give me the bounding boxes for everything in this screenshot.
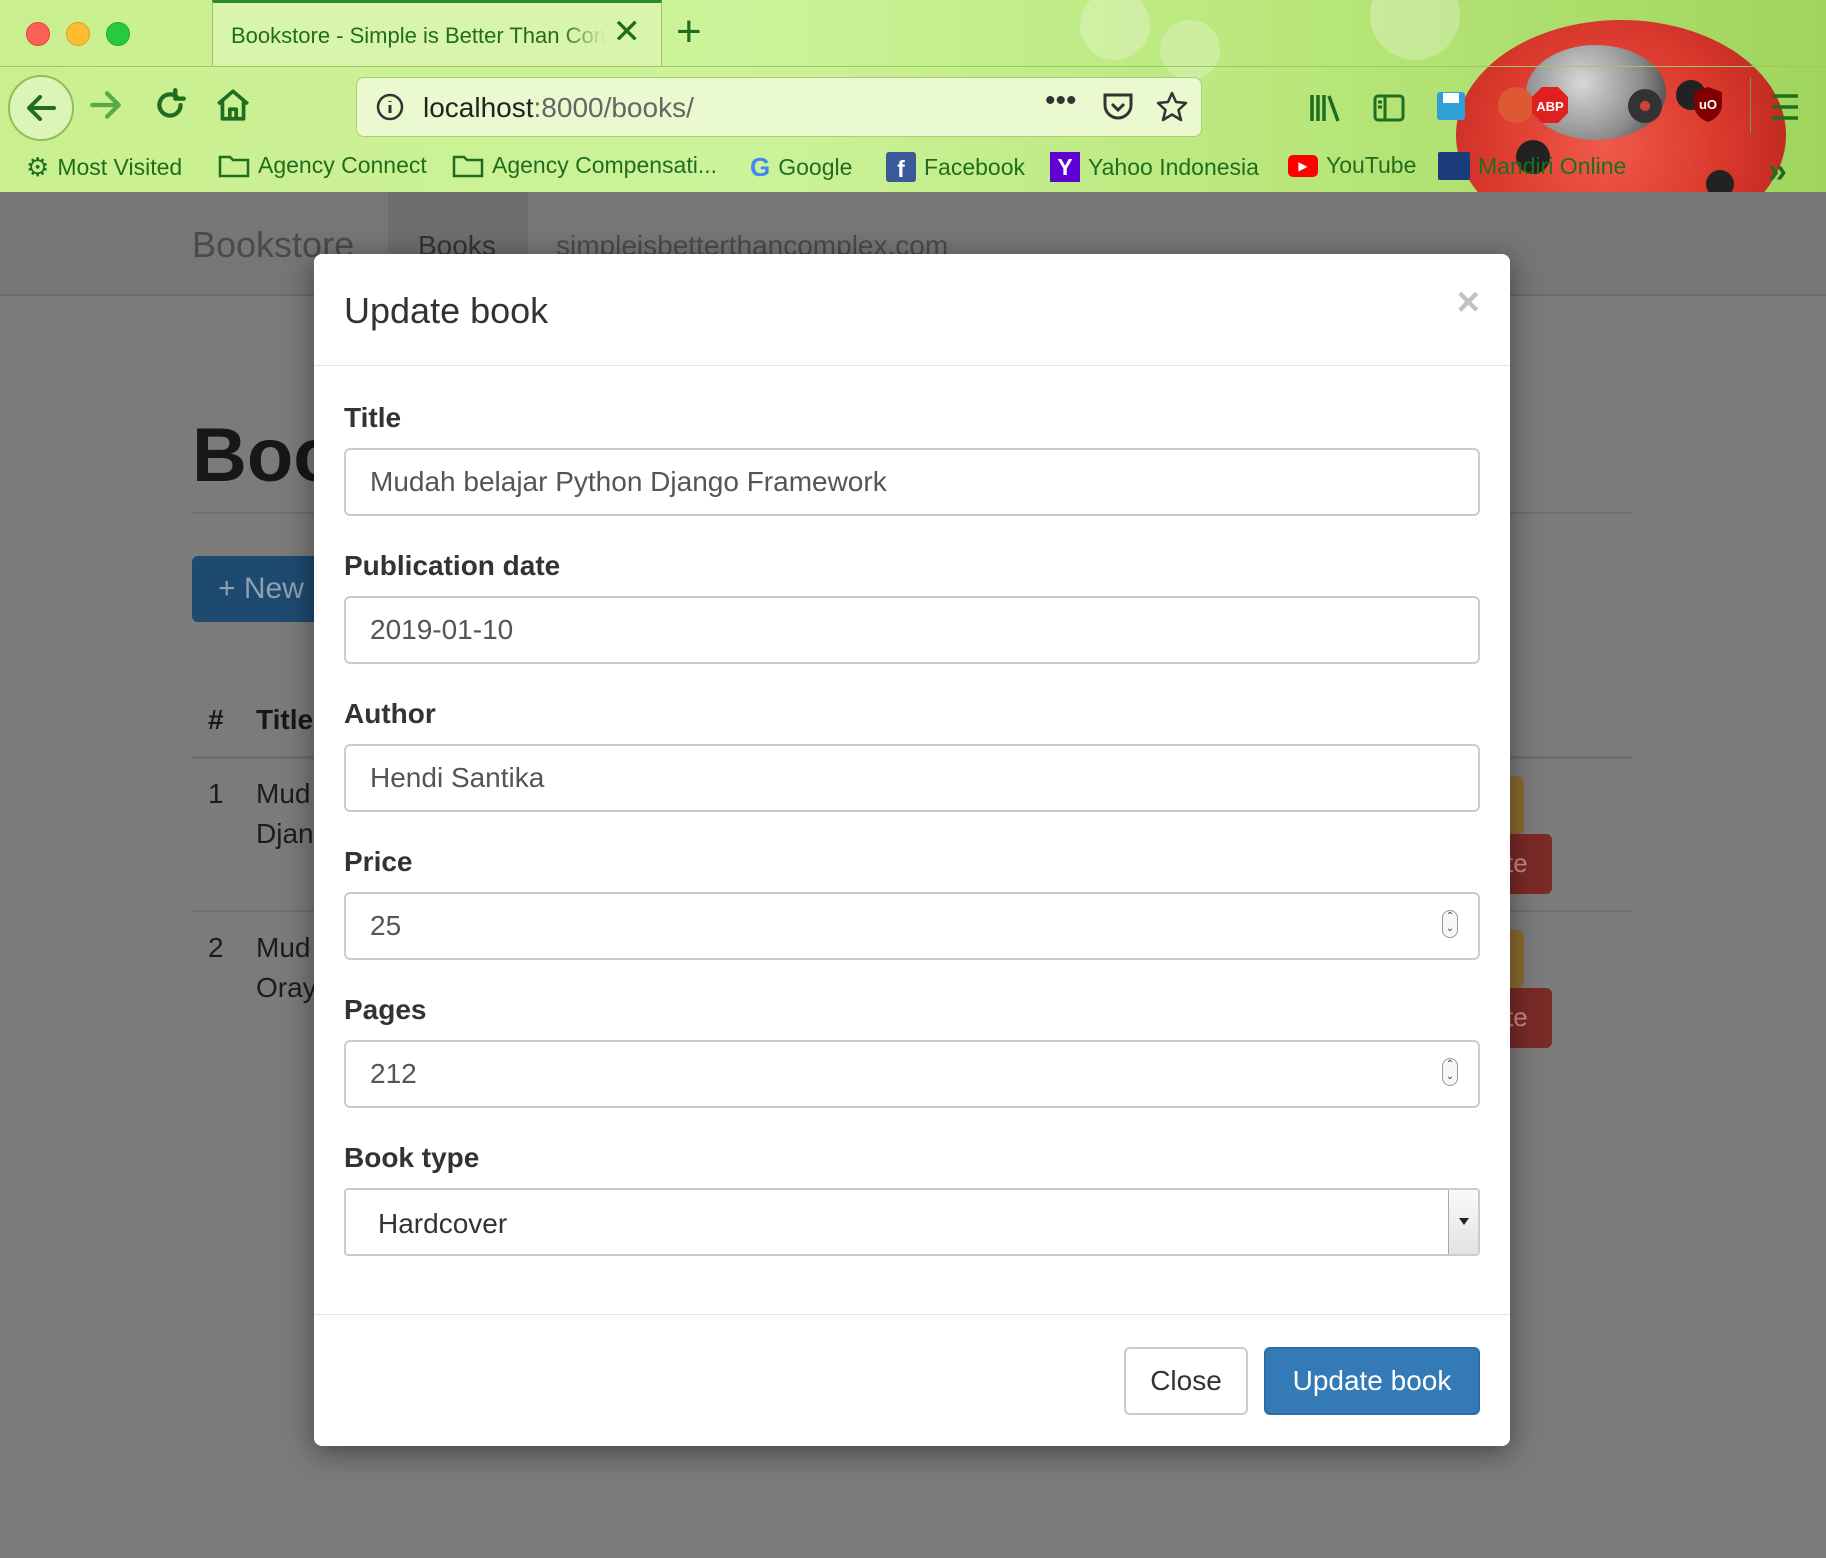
row-title-line: Mud bbox=[256, 778, 311, 809]
camera-extension-icon[interactable] bbox=[1628, 89, 1662, 123]
save-icon[interactable] bbox=[1434, 89, 1468, 123]
author-label: Author bbox=[344, 698, 436, 729]
facebook-icon: f bbox=[886, 152, 916, 182]
book-type-label: Book type bbox=[344, 1142, 480, 1173]
reload-button[interactable] bbox=[152, 87, 188, 130]
bookmark-yahoo[interactable]: Y Yahoo Indonesia bbox=[1050, 152, 1259, 182]
toolbar-separator bbox=[1750, 77, 1751, 133]
pages-stepper-icon[interactable]: ⌃ ⌄ bbox=[1442, 1058, 1458, 1086]
column-header-title: Title bbox=[256, 704, 314, 735]
bookmark-google[interactable]: G Google bbox=[750, 152, 852, 183]
back-button[interactable] bbox=[8, 75, 74, 141]
bookmark-label: Agency Compensati... bbox=[492, 152, 718, 178]
pages-label: Pages bbox=[344, 994, 427, 1025]
price-stepper-icon[interactable]: ⌃ ⌄ bbox=[1442, 910, 1458, 938]
bookmark-label: Mandiri Online bbox=[1478, 152, 1627, 179]
row-number: 1 bbox=[208, 778, 224, 809]
browser-chrome: Bookstore - Simple is Better Than Comple… bbox=[0, 0, 1826, 192]
author-field[interactable] bbox=[344, 744, 1480, 812]
bookmark-label: Agency Connect bbox=[258, 152, 427, 178]
modal-header: Update book × bbox=[314, 254, 1510, 366]
publication-date-field[interactable] bbox=[344, 596, 1480, 664]
browser-tab[interactable]: Bookstore - Simple is Better Than Comple… bbox=[212, 0, 662, 66]
bookmark-most-visited[interactable]: ⚙ Most Visited bbox=[26, 152, 182, 183]
bookmarks-overflow-icon[interactable]: » bbox=[1768, 152, 1787, 191]
youtube-icon: ▶ bbox=[1288, 154, 1318, 177]
modal-title: Update book bbox=[344, 290, 549, 331]
bookmark-youtube[interactable]: ▶ YouTube bbox=[1288, 152, 1416, 179]
adblock-plus-icon[interactable]: ABP bbox=[1530, 85, 1570, 125]
title-field[interactable] bbox=[344, 448, 1480, 516]
url-bar[interactable]: localhost:8000/books/ ••• bbox=[356, 77, 1202, 137]
folder-icon bbox=[452, 155, 484, 177]
bookmark-agency-connect[interactable]: Agency Connect bbox=[218, 152, 427, 179]
svg-text:ABP: ABP bbox=[1536, 99, 1564, 114]
home-button[interactable] bbox=[214, 87, 252, 130]
price-field[interactable] bbox=[344, 892, 1480, 960]
update-book-button[interactable]: Update book bbox=[1264, 1347, 1480, 1415]
mandiri-icon bbox=[1438, 152, 1470, 180]
update-book-modal: Update book × Title Publication date Aut… bbox=[314, 254, 1510, 1446]
yahoo-icon: Y bbox=[1050, 152, 1080, 182]
bookmarks-bar: ⚙ Most Visited Agency Connect Agency Comp… bbox=[0, 148, 1826, 192]
info-icon[interactable] bbox=[375, 92, 405, 122]
row-title-line: Djan bbox=[256, 818, 314, 849]
forward-arrow-icon bbox=[90, 91, 121, 119]
bookmark-label: Most Visited bbox=[57, 154, 183, 180]
home-icon bbox=[217, 89, 249, 121]
window-minimize-button[interactable] bbox=[66, 22, 90, 46]
more-actions-icon[interactable]: ••• bbox=[1045, 84, 1077, 118]
dropdown-arrow-icon[interactable] bbox=[1448, 1190, 1478, 1254]
background-decoration bbox=[1370, 0, 1460, 60]
book-type-value: Hardcover bbox=[378, 1208, 508, 1239]
sidebar-icon[interactable] bbox=[1372, 91, 1406, 125]
ublock-origin-icon[interactable]: uO bbox=[1692, 85, 1724, 123]
tab-title: Bookstore - Simple is Better Than Comple… bbox=[231, 23, 606, 48]
background-decoration bbox=[1080, 0, 1150, 60]
bookmark-label: Google bbox=[778, 154, 853, 180]
window-close-button[interactable] bbox=[26, 22, 50, 46]
pages-field-wrapper: ⌃⌄ bbox=[314, 1040, 1510, 1108]
close-button[interactable]: Close bbox=[1124, 1347, 1248, 1415]
browser-toolbar: localhost:8000/books/ ••• ABP uO bbox=[0, 66, 1826, 148]
row-title-line: Oray bbox=[256, 972, 317, 1003]
new-tab-icon[interactable]: + bbox=[676, 10, 702, 54]
bookmark-agency-compensation[interactable]: Agency Compensati... bbox=[452, 152, 717, 179]
price-field-wrapper: ⌃⌄ bbox=[314, 892, 1510, 960]
duckduckgo-icon[interactable] bbox=[1498, 87, 1534, 123]
forward-button[interactable] bbox=[88, 87, 124, 130]
row-title-line: Mud bbox=[256, 932, 311, 963]
bookmark-star-icon[interactable] bbox=[1155, 90, 1189, 124]
publication-date-label: Publication date bbox=[344, 550, 561, 581]
url-text: localhost:8000/books/ bbox=[423, 92, 694, 124]
tab-close-icon[interactable]: ✕ bbox=[613, 15, 642, 49]
bookmark-label: Facebook bbox=[924, 153, 1026, 180]
window-zoom-button[interactable] bbox=[106, 22, 130, 46]
reload-icon bbox=[157, 88, 186, 118]
pocket-icon[interactable] bbox=[1101, 90, 1135, 124]
library-icon[interactable] bbox=[1308, 91, 1342, 125]
google-icon: G bbox=[750, 152, 771, 182]
price-label: Price bbox=[344, 846, 413, 877]
pages-field[interactable] bbox=[344, 1040, 1480, 1108]
bookmark-label: Yahoo Indonesia bbox=[1088, 153, 1259, 180]
modal-close-icon[interactable]: × bbox=[1457, 280, 1480, 325]
back-arrow-icon bbox=[27, 95, 56, 121]
gear-icon: ⚙ bbox=[26, 152, 50, 182]
column-header-number: # bbox=[208, 704, 224, 735]
bookmark-label: YouTube bbox=[1326, 152, 1417, 178]
svg-text:uO: uO bbox=[1699, 97, 1717, 112]
row-number: 2 bbox=[208, 932, 224, 963]
bookmark-mandiri[interactable]: Mandiri Online bbox=[1438, 152, 1626, 180]
book-type-select[interactable]: Hardcover bbox=[344, 1188, 1480, 1256]
menu-icon[interactable] bbox=[1770, 93, 1800, 121]
url-host: localhost bbox=[423, 92, 534, 123]
new-book-label: + New bbox=[218, 572, 304, 605]
modal-footer: Close Update book bbox=[314, 1314, 1510, 1446]
title-label: Title bbox=[344, 402, 402, 433]
url-path: :8000/books/ bbox=[533, 92, 694, 123]
bookmark-facebook[interactable]: f Facebook bbox=[886, 152, 1025, 182]
folder-icon bbox=[218, 155, 250, 177]
